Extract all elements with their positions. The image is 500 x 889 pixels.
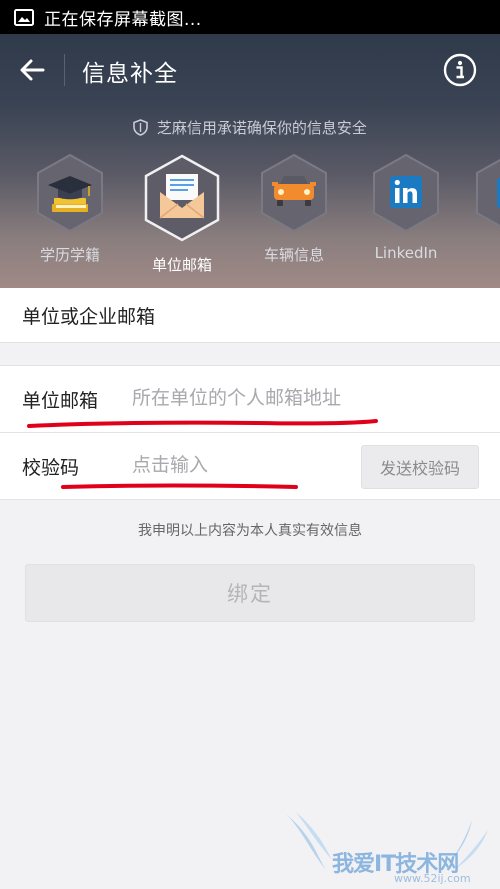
car-icon bbox=[261, 153, 327, 233]
category-list: 学历学籍 单位邮箱 车辆信息 LinkedIn bbox=[0, 152, 500, 275]
send-code-button[interactable]: 发送校验码 bbox=[361, 445, 479, 489]
code-row: 校验码 发送校验码 bbox=[0, 432, 500, 500]
code-input[interactable] bbox=[132, 451, 332, 479]
header-band: 信息补全 芝麻信用承诺确保你的信息安全 学历学籍 单位邮箱 车辆信息 Linke… bbox=[0, 34, 500, 288]
section-title: 单位或企业邮箱 bbox=[0, 288, 500, 343]
watermark: 我爱IT技术网 www.52ij.com bbox=[282, 810, 500, 889]
email-label: 单位邮箱 bbox=[22, 390, 99, 412]
info-button[interactable] bbox=[443, 53, 477, 87]
next-category-icon bbox=[476, 158, 500, 228]
category-vehicle-label: 车辆信息 bbox=[263, 246, 324, 264]
category-linkedin[interactable]: LinkedIn bbox=[361, 152, 451, 262]
category-work-email-label: 单位邮箱 bbox=[151, 256, 212, 274]
email-row: 单位邮箱 bbox=[0, 365, 500, 432]
status-text: 正在保存屏幕截图... bbox=[44, 9, 202, 30]
security-promise-text: 芝麻信用承诺确保你的信息安全 bbox=[156, 119, 367, 137]
bind-button[interactable]: 绑定 bbox=[25, 564, 475, 622]
form-area: 单位或企业邮箱 单位邮箱 校验码 发送校验码 bbox=[0, 288, 500, 500]
graduation-cap-icon bbox=[37, 153, 103, 233]
category-work-email[interactable]: 单位邮箱 bbox=[137, 152, 227, 275]
category-education-label: 学历学籍 bbox=[39, 246, 100, 264]
info-icon bbox=[443, 53, 477, 87]
email-input[interactable] bbox=[132, 384, 382, 412]
security-promise: 芝麻信用承诺确保你的信息安全 bbox=[0, 117, 500, 138]
category-next-partial[interactable] bbox=[473, 152, 500, 234]
nav-divider bbox=[64, 54, 65, 86]
nav-bar: 信息补全 bbox=[0, 34, 500, 106]
code-label: 校验码 bbox=[22, 457, 80, 479]
declaration-text: 我申明以上内容为本人真实有效信息 bbox=[138, 523, 362, 539]
back-arrow-icon bbox=[20, 59, 45, 81]
back-button[interactable] bbox=[14, 52, 50, 88]
image-icon bbox=[14, 8, 34, 26]
status-bar: 正在保存屏幕截图... bbox=[0, 0, 500, 34]
category-education[interactable]: 学历学籍 bbox=[25, 152, 115, 265]
watermark-url: www.52ij.com bbox=[394, 872, 471, 885]
email-red-annotation bbox=[27, 419, 378, 428]
shield-icon bbox=[133, 119, 148, 136]
code-red-annotation bbox=[61, 483, 298, 489]
page-title: 信息补全 bbox=[82, 61, 178, 87]
category-vehicle[interactable]: 车辆信息 bbox=[249, 152, 339, 265]
linkedin-icon bbox=[373, 153, 439, 233]
envelope-icon bbox=[144, 154, 220, 242]
category-linkedin-label: LinkedIn bbox=[374, 244, 438, 262]
